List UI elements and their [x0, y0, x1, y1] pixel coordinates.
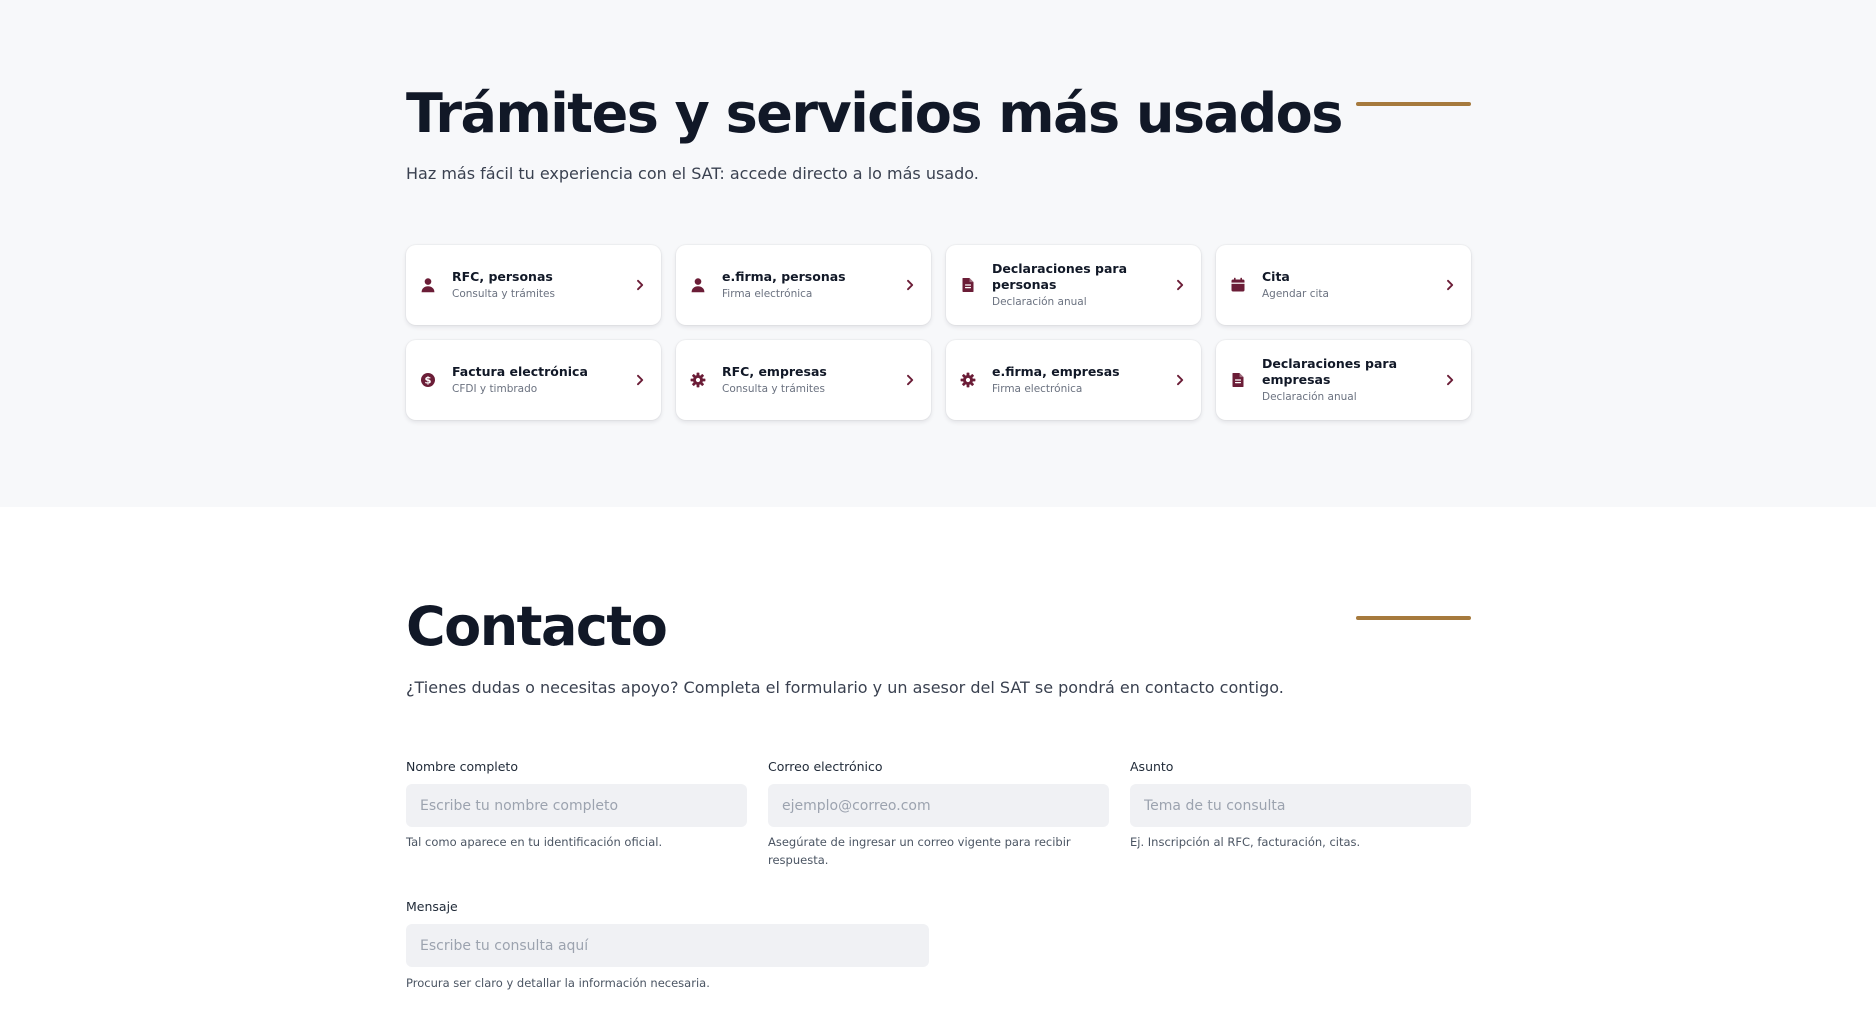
email-label: Correo electrónico	[768, 759, 883, 774]
service-card-title: Factura electrónica	[452, 363, 588, 379]
email-input[interactable]	[768, 784, 1109, 827]
contact-accent-line	[1356, 616, 1471, 620]
services-section: Trámites y servicios más usados Haz más …	[0, 0, 1876, 507]
gear-icon	[690, 372, 706, 388]
service-card-subtitle: Agendar cita	[1262, 287, 1329, 300]
service-card-e-firma-empresas[interactable]: e.firma, empresas Firma electrónica	[946, 340, 1201, 420]
contact-section: Contacto ¿Tienes dudas o necesitas apoyo…	[0, 507, 1876, 1021]
service-card-text: Declaraciones para empresas Declaración a…	[1262, 356, 1435, 405]
service-card-subtitle: Declaración anual	[1262, 390, 1357, 403]
service-card-subtitle: Consulta y trámites	[722, 382, 825, 395]
service-card-subtitle: Firma electrónica	[722, 287, 813, 300]
services-subtitle: Haz más fácil tu experiencia con el SAT:…	[406, 164, 979, 183]
services-grid: RFC, personas Consulta y trámites e.firma,…	[406, 245, 1471, 420]
service-card-subtitle: CFDI y timbrado	[452, 382, 538, 395]
document-icon	[1230, 372, 1246, 388]
service-card-title: Declaraciones para empresas	[1262, 355, 1398, 387]
service-card-text: Declaraciones para personas Declaración a…	[992, 261, 1165, 310]
person-icon	[420, 277, 436, 293]
svg-text:$: $	[425, 376, 432, 387]
name-label: Nombre completo	[406, 759, 518, 774]
subject-label: Asunto	[1130, 759, 1174, 774]
service-card-rfc-empresas[interactable]: RFC, empresas Consulta y trámites	[676, 340, 931, 420]
person-icon	[690, 277, 706, 293]
name-help: Tal como aparece en tu identificación of…	[406, 835, 663, 849]
subject-input[interactable]	[1130, 784, 1471, 827]
message-help: Procura ser claro y detallar la informac…	[406, 976, 710, 990]
dollar-circle-icon: $	[420, 372, 436, 388]
gear-icon	[960, 372, 976, 388]
service-card-declaraciones-para-empresas[interactable]: Declaraciones para empresas Declaración a…	[1216, 340, 1471, 420]
chevron-right-icon	[1443, 373, 1457, 387]
document-icon	[960, 277, 976, 293]
service-card-e-firma-personas[interactable]: e.firma, personas Firma electrónica	[676, 245, 931, 325]
chevron-right-icon	[903, 278, 917, 292]
service-card-text: RFC, personas Consulta y trámites	[452, 269, 625, 302]
service-card-title: RFC, empresas	[722, 363, 827, 379]
email-help: Asegúrate de ingresar un correo vigente …	[768, 835, 1071, 867]
service-card-declaraciones-para-personas[interactable]: Declaraciones para personas Declaración a…	[946, 245, 1201, 325]
name-input[interactable]	[406, 784, 747, 827]
services-accent-line	[1356, 102, 1471, 106]
service-card-title: Declaraciones para personas	[992, 260, 1128, 292]
chevron-right-icon	[903, 373, 917, 387]
service-card-cita[interactable]: Cita Agendar cita	[1216, 245, 1471, 325]
subject-help: Ej. Inscripción al RFC, facturación, cit…	[1130, 835, 1361, 849]
chevron-right-icon	[633, 373, 647, 387]
message-input[interactable]	[406, 924, 929, 967]
message-label: Mensaje	[406, 899, 458, 914]
chevron-right-icon	[1173, 278, 1187, 292]
service-card-title: RFC, personas	[452, 268, 553, 284]
contact-title: Contacto	[406, 595, 668, 658]
chevron-right-icon	[1173, 373, 1187, 387]
service-card-rfc-personas[interactable]: RFC, personas Consulta y trámites	[406, 245, 661, 325]
service-card-subtitle: Declaración anual	[992, 295, 1087, 308]
calendar-icon	[1230, 277, 1246, 293]
service-card-subtitle: Consulta y trámites	[452, 287, 555, 300]
services-container: Trámites y servicios más usados Haz más …	[406, 0, 1471, 507]
service-card-subtitle: Firma electrónica	[992, 382, 1083, 395]
contact-subtitle: ¿Tienes dudas o necesitas apoyo? Complet…	[406, 678, 1284, 697]
service-card-text: RFC, empresas Consulta y trámites	[722, 364, 895, 397]
contact-container: Contacto ¿Tienes dudas o necesitas apoyo…	[406, 507, 1471, 1021]
service-card-text: e.firma, empresas Firma electrónica	[992, 364, 1165, 397]
service-card-title: e.firma, empresas	[992, 363, 1120, 379]
chevron-right-icon	[633, 278, 647, 292]
service-card-text: e.firma, personas Firma electrónica	[722, 269, 895, 302]
service-card-title: e.firma, personas	[722, 268, 846, 284]
service-card-title: Cita	[1262, 268, 1290, 284]
service-card-factura-electronica[interactable]: $ Factura electrónica CFDI y timbrado	[406, 340, 661, 420]
services-title: Trámites y servicios más usados	[406, 82, 1343, 145]
service-card-text: Factura electrónica CFDI y timbrado	[452, 364, 625, 397]
chevron-right-icon	[1443, 278, 1457, 292]
service-card-text: Cita Agendar cita	[1262, 269, 1435, 302]
